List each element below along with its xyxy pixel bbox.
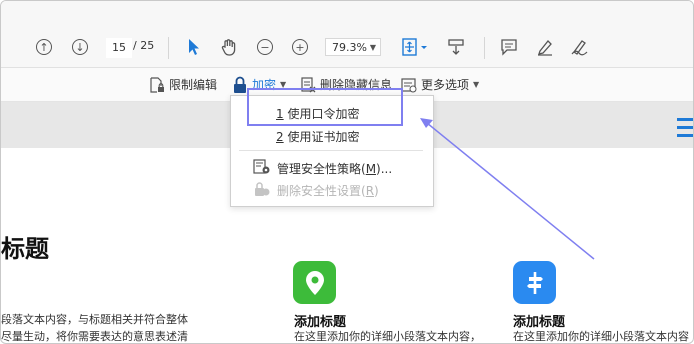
app-window: ↑ ↓ 15 / 25 − + 79.3% ▼ 限制编辑 加密 ▼ 删除隐藏信息… bbox=[0, 0, 694, 344]
annotation-arrow bbox=[420, 118, 595, 260]
